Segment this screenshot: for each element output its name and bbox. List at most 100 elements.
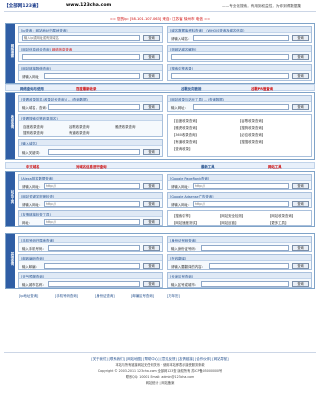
site-info-input[interactable] <box>22 54 140 60</box>
whois-button[interactable]: 查询 <box>292 35 309 41</box>
bar2-left[interactable]: 中文域名 <box>26 164 40 169</box>
other-links-box: 【搜索引擎】 【网站安全检测】 【网站收录查询】 【网站速度测试】 【网站反链】… <box>167 210 312 226</box>
index-right-link[interactable]: 【360收录查询】 <box>172 132 199 137</box>
tools-link[interactable]: 【网站收录查询】 <box>268 213 295 218</box>
bar2-right[interactable]: 最新工具 <box>201 164 215 169</box>
index-right-link[interactable]: 【搜狗收录查询】 <box>238 125 265 130</box>
site-info-button[interactable]: 查询 <box>143 54 160 60</box>
mobile-input[interactable] <box>48 245 140 251</box>
bottom-link[interactable]: [邮编区号查询] <box>131 293 154 298</box>
search-check-box: [搜索引擎收录] 查询 <box>167 64 312 81</box>
id-card-row: 输入身份证号码： 查询 <box>171 245 309 251</box>
index-right-link[interactable]: 【有道收录查询】 <box>172 139 199 144</box>
alexa-input[interactable]: http:// <box>44 183 140 189</box>
bottom-link[interactable]: [ip地址查询] <box>19 293 38 298</box>
index-right-link[interactable]: 【谷歌收录查询】 <box>238 118 265 123</box>
index-right-link[interactable]: 【雅虎收录查询】 <box>172 125 199 130</box>
phone-area-button[interactable]: 查询 <box>292 281 309 287</box>
index-left-top-title: [查看收录排名(收录站长查询)] -- (查询数据) <box>19 96 162 102</box>
section-network-sidebar: 网络搜索 <box>6 24 15 83</box>
site-slogan: ——专业化搜索，有用到权益性，为你到得数据集 <box>222 4 302 8</box>
index-item[interactable]: 有道收录查询 <box>69 130 89 135</box>
index-left-bot-button[interactable]: 查询 <box>143 149 160 155</box>
ip-query-input[interactable]: 输入ip或网址或有效域名 <box>22 35 140 41</box>
index-item[interactable]: 谷歌收录查询 <box>69 124 89 129</box>
adsense-button[interactable]: 查询 <box>292 201 309 207</box>
tools-link[interactable]: 【搜索引擎】 <box>172 213 192 218</box>
index-right-link[interactable]: 【必应收录查询】 <box>238 132 265 137</box>
tools-link[interactable]: 【网站反链】 <box>218 220 238 225</box>
site-logo[interactable]: 【全部网123查】 <box>4 3 41 9</box>
meta-button[interactable]: 查询 <box>143 201 160 207</box>
translate-input[interactable] <box>209 263 289 269</box>
ip-query-row: 输入ip或网址或有效域名 查询 <box>22 35 160 41</box>
adsense-label: 请输入网址： <box>171 203 192 207</box>
index-item[interactable]: 搜狗收录查询 <box>23 130 43 135</box>
id-card-input[interactable] <box>201 245 289 251</box>
id-card-title: [身份证号码查询] <box>168 237 311 243</box>
index-item[interactable]: 百度收录查询 <box>23 124 43 129</box>
translate-box: [在线翻译] 请输入要翻译的内容： 查询 <box>167 254 312 270</box>
links-button[interactable]: 查询 <box>143 219 160 225</box>
zip-input[interactable] <box>44 263 140 269</box>
index-right-link[interactable]: 【搜搜收录查询】 <box>238 139 265 144</box>
index-right-list-box: 【百度收录查询】 【谷歌收录查询】 【雅虎收录查询】 【搜狗收录查询】 【360… <box>167 114 312 157</box>
footer-line-2: Copyright © 2003-2011 123cha.com 全部网123查… <box>97 369 223 373</box>
translate-title: [在线翻译] <box>168 255 311 261</box>
footer-line-4[interactable]: 网站统计 | 网站备案 <box>0 380 320 385</box>
translate-button[interactable]: 查询 <box>292 263 309 269</box>
bar1-right[interactable]: 谷歌反向链接 <box>181 86 201 91</box>
ip-query-button[interactable]: 查询 <box>143 35 160 41</box>
bottom-link[interactable]: [手机号码查询] <box>55 293 78 298</box>
bottom-link[interactable]: [身份证查询] <box>95 293 115 298</box>
zip-button[interactable]: 查询 <box>143 263 160 269</box>
index-right-link[interactable]: 【百度收录查询】 <box>172 118 199 123</box>
id-card-box: [身份证号码查询] 输入身份证号码： 查询 <box>167 236 312 252</box>
footer-divider <box>4 352 316 353</box>
bar2-left-red[interactable]: 对域名信息进行查询 <box>76 164 107 169</box>
pagerank-input[interactable]: http:// <box>193 183 289 189</box>
alexa-row: 请输入网址： http:// 查询 <box>22 183 160 189</box>
whois-input[interactable] <box>193 35 289 41</box>
link-value-button[interactable]: 查询 <box>143 73 160 79</box>
pagerank-button[interactable]: 查询 <box>292 183 309 189</box>
meta-label: 请输入网址： <box>22 203 43 207</box>
dns-input[interactable] <box>171 54 289 60</box>
search-check-input[interactable] <box>171 73 289 79</box>
search-check-button[interactable]: 查询 <box>292 73 309 79</box>
tools-link[interactable]: 【网站安全检测】 <box>218 213 245 218</box>
dns-button[interactable]: 查询 <box>292 54 309 60</box>
bar2-right-red[interactable]: 网站工具 <box>268 164 282 169</box>
index-left-bot-input[interactable] <box>48 149 140 155</box>
tools-link[interactable]: 【更多工具】 <box>268 220 288 225</box>
index-right-link[interactable]: 【查询收录】 <box>172 146 192 151</box>
index-right-top-input[interactable] <box>193 104 289 110</box>
mobile-button[interactable]: 查询 <box>143 245 160 251</box>
site-url[interactable]: www.123cha.com <box>66 3 111 8</box>
section-other-sidebar: 其他查询 <box>6 234 15 288</box>
adsense-input[interactable]: http:// <box>193 201 289 207</box>
footer-nav[interactable]: [关于我们] [联系我们] [网站地图] [帮助中心] [意见反馈] [友情链接… <box>0 356 320 361</box>
alexa-button[interactable]: 查询 <box>143 183 160 189</box>
bar1-left-red[interactable]: 百度最新收录 <box>76 86 96 91</box>
bar1-right-red[interactable]: 谷歌PR值查询 <box>251 86 273 91</box>
index-left-top-input[interactable] <box>48 104 140 110</box>
index-left-bot-row: 输入关键词： 查询 <box>22 149 160 155</box>
mobile-row: 输入手机号码： 查询 <box>22 245 160 251</box>
index-left-mid-box: [查看搜索引擎收录排名] 百度收录查询 谷歌收录查询 雅虎收录查询 搜狗收录查询… <box>18 114 163 137</box>
id-card-button[interactable]: 查询 <box>292 245 309 251</box>
index-right-top-button[interactable]: 查询 <box>292 104 309 110</box>
bar1-left[interactable]: 网络查询与使用 <box>20 86 44 91</box>
meta-input[interactable]: http:// <box>44 201 140 207</box>
weather-button[interactable]: 查询 <box>143 281 160 287</box>
links-input[interactable]: http:// <box>44 219 140 225</box>
weather-input[interactable] <box>48 281 140 287</box>
pagerank-title: [Google PageRank查询] <box>168 175 311 181</box>
pagerank-label: 请输入网址： <box>171 185 192 189</box>
index-item[interactable]: 雅虎收录查询 <box>115 124 135 129</box>
index-left-top-button[interactable]: 查询 <box>143 104 160 110</box>
phone-area-input[interactable] <box>201 281 289 287</box>
bottom-link[interactable]: [万年历] <box>167 293 180 298</box>
link-value-input[interactable] <box>44 73 140 79</box>
tools-link[interactable]: 【网站速度测试】 <box>172 220 199 225</box>
